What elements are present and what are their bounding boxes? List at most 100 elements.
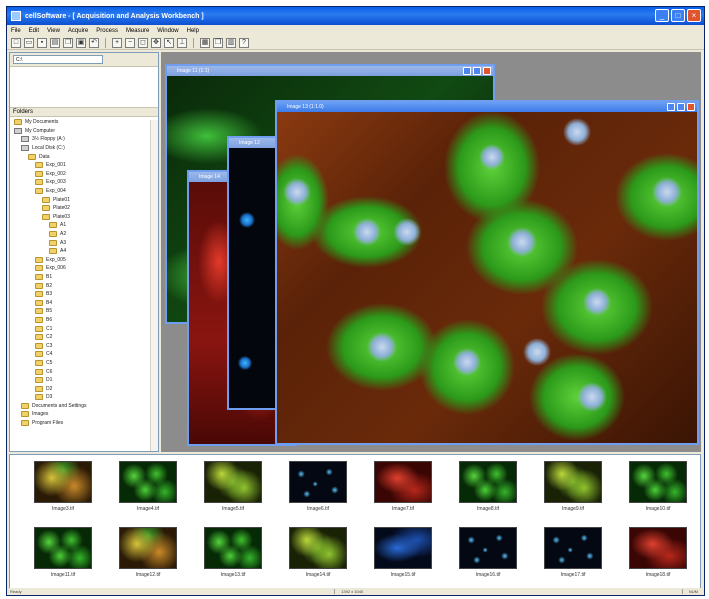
thumbnail[interactable]: Image6.tif [287,461,349,512]
menu-file[interactable]: File [11,28,21,34]
pan-icon[interactable]: ✥ [151,37,161,48]
thumbnail[interactable]: Image5.tif [202,461,264,512]
tree-item[interactable]: My Documents [10,118,158,127]
tree-item[interactable]: D3 [10,393,158,402]
tree-item[interactable]: Exp_005 [10,256,158,265]
thumbnail[interactable]: Image15.tif [372,527,434,578]
tree-item[interactable]: B1 [10,273,158,282]
tree-item[interactable]: C3 [10,341,158,350]
measure-icon[interactable]: ⊥ [177,37,187,48]
tree-item[interactable]: Plate01 [10,195,158,204]
tree-item[interactable]: C4 [10,350,158,359]
zoom-out-icon[interactable]: − [125,37,135,48]
tree-item[interactable]: Local Disk (C:) [10,144,158,153]
tree-item[interactable]: A4 [10,247,158,256]
thumbnail[interactable]: Image10.tif [627,461,689,512]
image-window-title[interactable]: Image 12 [229,138,275,148]
menu-measure[interactable]: Measure [126,28,149,34]
menu-process[interactable]: Process [96,28,118,34]
menu-view[interactable]: View [47,28,60,34]
tree-item[interactable]: B2 [10,281,158,290]
tree-item[interactable]: 3½ Floppy (A:) [10,135,158,144]
tree-item[interactable]: C1 [10,324,158,333]
tree-item[interactable]: Exp_004 [10,187,158,196]
thumbnail-caption: Image9.tif [562,506,584,512]
minimize-icon[interactable] [463,67,471,75]
tree-item[interactable]: B5 [10,307,158,316]
tree-item[interactable]: Data [10,152,158,161]
image-window-title[interactable]: Image 13 (1:1.0) [277,102,697,112]
tree-item[interactable]: B4 [10,298,158,307]
image-window-main[interactable]: Image 13 (1:1.0) [275,100,699,445]
thumbnail[interactable]: Image9.tif [542,461,604,512]
thumbnail[interactable]: Image3.tif [32,461,94,512]
image-window-3[interactable]: Image 12 [227,136,277,410]
tree-item-label: D2 [46,385,53,392]
tree-item[interactable]: Images [10,410,158,419]
maximize-icon[interactable] [473,67,481,75]
tree-item[interactable]: Exp_001 [10,161,158,170]
address-input[interactable]: C:\ [13,55,103,64]
tree-item[interactable]: D2 [10,384,158,393]
thumbnail[interactable]: Image18.tif [627,527,689,578]
print-icon[interactable]: ▤ [50,37,60,48]
image-window-title[interactable]: Image 11 (1:1) [167,66,493,76]
copy-icon[interactable]: ❐ [63,37,73,48]
tree-item[interactable]: Program Files [10,419,158,428]
tree-item[interactable]: A2 [10,230,158,239]
thumbnail[interactable]: Image12.tif [117,527,179,578]
tree-item[interactable]: Documents and Settings [10,402,158,411]
title-bar[interactable]: cellSoftware - [ Acquisition and Analysi… [7,7,704,25]
minimize-icon[interactable] [667,103,675,111]
thumbnail-image [629,527,687,569]
tree-item[interactable]: Plate03 [10,213,158,222]
tree-item[interactable]: Exp_006 [10,264,158,273]
thumbnail[interactable]: Image16.tif [457,527,519,578]
minimize-button[interactable]: _ [655,9,669,22]
thumbnail[interactable]: Image11.tif [32,527,94,578]
tree-item[interactable]: My Computer [10,127,158,136]
open-icon[interactable]: ▭ [24,37,34,48]
new-icon[interactable]: □ [11,37,21,48]
menu-window[interactable]: Window [157,28,178,34]
menu-acquire[interactable]: Acquire [68,28,88,34]
thumbnail[interactable]: Image8.tif [457,461,519,512]
help-icon[interactable]: ? [239,37,249,48]
maximize-button[interactable]: □ [671,9,685,22]
tree-item[interactable]: D1 [10,376,158,385]
tree-item[interactable]: C5 [10,359,158,368]
thumbnail[interactable]: Image4.tif [117,461,179,512]
paste-icon[interactable]: ▣ [76,37,86,48]
tree-item[interactable]: C2 [10,333,158,342]
folder-icon [35,170,43,177]
menu-help[interactable]: Help [187,28,199,34]
thumbnail-caption: Image6.tif [307,506,329,512]
save-icon[interactable]: ▪ [37,37,47,48]
thumbnail-image [204,461,262,503]
close-icon[interactable] [687,103,695,111]
tree-item[interactable]: B3 [10,290,158,299]
thumbnail[interactable]: Image7.tif [372,461,434,512]
thumbnail[interactable]: Image13.tif [202,527,264,578]
tree-item[interactable]: A1 [10,221,158,230]
undo-icon[interactable]: ↶ [89,37,99,48]
zoom-in-icon[interactable]: + [112,37,122,48]
cascade-icon[interactable]: ❒ [213,37,223,48]
menu-edit[interactable]: Edit [29,28,39,34]
tree-item[interactable]: A3 [10,238,158,247]
maximize-icon[interactable] [677,103,685,111]
thumbnail[interactable]: Image14.tif [287,527,349,578]
tree-item[interactable]: Exp_003 [10,178,158,187]
tile-icon[interactable]: ▥ [226,37,236,48]
select-icon[interactable]: ↖ [164,37,174,48]
tree-item[interactable]: Plate02 [10,204,158,213]
grid-icon[interactable]: ▦ [200,37,210,48]
tree-scrollbar[interactable] [150,120,158,451]
close-button[interactable]: × [687,9,701,22]
tree-item[interactable]: Exp_002 [10,170,158,179]
close-icon[interactable] [483,67,491,75]
thumbnail[interactable]: Image17.tif [542,527,604,578]
tree-item[interactable]: B6 [10,316,158,325]
fit-icon[interactable]: ◻ [138,37,148,48]
tree-item[interactable]: C6 [10,367,158,376]
